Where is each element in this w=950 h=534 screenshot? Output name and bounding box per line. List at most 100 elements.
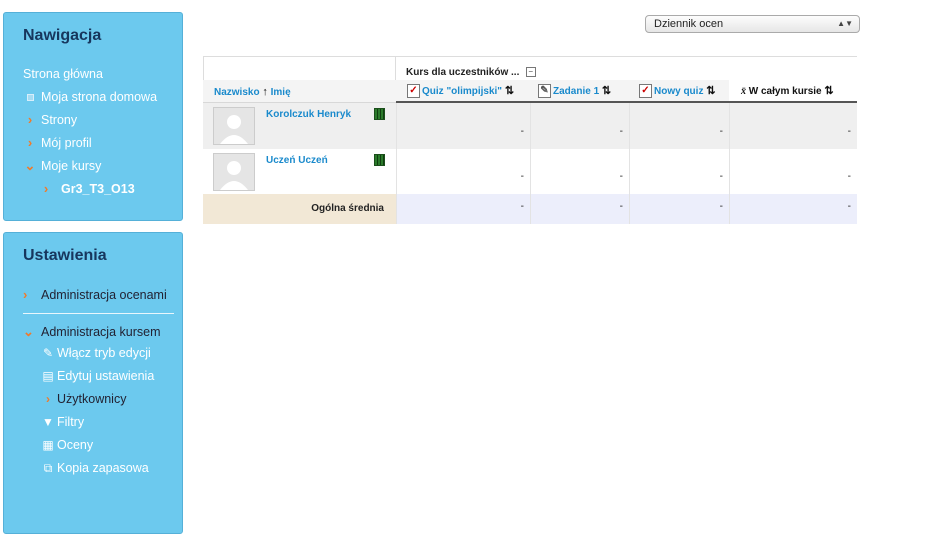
chevron-right-icon: › <box>43 181 49 196</box>
sort-up-arrow-icon[interactable]: ↑ <box>262 86 268 98</box>
square-bullet-icon <box>23 88 37 106</box>
sort-lastname-link[interactable]: Nazwisko <box>214 87 260 98</box>
grade-cell[interactable]: - <box>530 149 629 194</box>
settings-item-label: Administracja kursem <box>41 325 161 339</box>
nav-item-my-courses[interactable]: ⌄ Moje kursy <box>23 157 174 180</box>
report-select-value: Dziennik ocen <box>654 18 724 30</box>
settings-item-edit-settings[interactable]: ▤ Edytuj ustawienia <box>23 365 174 388</box>
settings-item-edit-mode[interactable]: ✎ Włącz tryb edycji <box>23 342 174 365</box>
column-divider <box>629 103 630 224</box>
quiz-icon: ✓ <box>639 84 652 99</box>
nav-item-label: Moja strona domowa <box>41 90 158 104</box>
settings-child-label: Użytkownicy <box>57 392 127 406</box>
navigation-list: Strona główna Moja strona domowa › Stron… <box>23 65 174 203</box>
navigation-block: Nawigacja Strona główna Moja strona domo… <box>3 12 183 221</box>
average-value: - <box>719 201 723 212</box>
sort-toggle-icon[interactable]: ⇅ <box>602 85 611 97</box>
report-type-select[interactable]: Dziennik ocen ▲▼ <box>645 15 860 33</box>
settings-block: Ustawienia › Administracja ocenami ⌄ Adm… <box>3 232 183 534</box>
grade-value: - <box>847 171 851 182</box>
grade-cell[interactable]: - <box>629 103 729 149</box>
collapse-icon[interactable]: − <box>525 66 536 77</box>
course-category-header: Kurs dla uczestników ... − <box>396 56 857 80</box>
name-column-header: Nazwisko ↑ Imię <box>203 80 396 103</box>
nav-item-label: Gr3_T3_O13 <box>61 182 135 196</box>
settings-item-filters[interactable]: ▼ Filtry <box>23 411 174 434</box>
grade-value: - <box>719 126 723 137</box>
average-cell: - <box>729 194 857 224</box>
assignment-icon: ✎ <box>538 84 551 99</box>
table-row: Korolczuk Henryk <box>203 103 396 149</box>
nav-item-profile[interactable]: › Mój profil <box>23 134 174 157</box>
nav-item-home[interactable]: Strona główna <box>23 65 174 88</box>
settings-item-label: Administracja ocenami <box>41 288 167 302</box>
sort-firstname-link[interactable]: Imię <box>271 87 291 98</box>
settings-item-users[interactable]: › Użytkownicy <box>23 388 174 411</box>
grade-cell[interactable]: - <box>396 103 530 149</box>
average-value: - <box>847 201 851 212</box>
course-category-title: Kurs dla uczestników ... <box>406 67 520 78</box>
task-column-link[interactable]: Zadanie 1 <box>553 86 599 97</box>
average-cell: - <box>629 194 729 224</box>
settings-item-course-admin[interactable]: ⌄ Administracja kursem <box>23 322 174 342</box>
average-cell: - <box>396 194 530 224</box>
nav-item-label: Moje kursy <box>41 159 102 173</box>
student-name-link[interactable]: Korolczuk Henryk <box>266 109 351 120</box>
navigation-title[interactable]: Nawigacja <box>4 13 182 45</box>
user-grades-icon[interactable] <box>374 108 385 120</box>
settings-title[interactable]: Ustawienia <box>4 233 182 265</box>
sort-toggle-icon[interactable]: ⇅ <box>505 85 514 97</box>
grader-report-table: Kurs dla uczestników ... − Nazwisko ↑ Im… <box>203 56 857 224</box>
total-cell: - <box>729 149 857 194</box>
average-value: - <box>520 201 524 212</box>
overall-average-label: Ogólna średnia <box>203 194 396 224</box>
avatar[interactable] <box>213 153 255 191</box>
grade-value: - <box>520 171 524 182</box>
nav-item-label: Strony <box>41 113 78 127</box>
sort-toggle-icon[interactable]: ⇅ <box>706 85 715 97</box>
new-quiz-column-link[interactable]: Nowy quiz <box>654 86 703 97</box>
grade-value: - <box>619 126 623 137</box>
user-grades-icon[interactable] <box>374 154 385 166</box>
column-divider <box>530 103 531 224</box>
quiz-icon: ✓ <box>407 84 420 99</box>
settings-divider <box>23 313 174 314</box>
grade-value: - <box>719 171 723 182</box>
course-total-label: W całym kursie <box>748 86 822 97</box>
sort-toggle-icon[interactable]: ⇅ <box>824 85 833 97</box>
chevron-right-icon: › <box>27 112 33 127</box>
settings-child-label: Oceny <box>57 438 94 452</box>
funnel-icon: ▼ <box>42 415 54 429</box>
quiz-column-header: ✓ Quiz "olimpijski" ⇅ <box>396 80 530 103</box>
student-name-link[interactable]: Uczeń Uczeń <box>266 155 328 166</box>
settings-item-backup[interactable]: ⧉ Kopia zapasowa <box>23 457 174 480</box>
grades-table-icon: ▦ <box>42 438 54 452</box>
quiz-column-link[interactable]: Quiz "olimpijski" <box>422 86 502 97</box>
column-divider <box>396 103 397 224</box>
chevron-down-icon: ⌄ <box>24 158 36 173</box>
grade-cell[interactable]: - <box>629 149 729 194</box>
column-divider <box>729 103 730 224</box>
nav-item-label: Mój profil <box>41 136 92 150</box>
average-value: - <box>619 201 623 212</box>
backup-icon: ⧉ <box>43 461 53 475</box>
avatar[interactable] <box>213 107 255 145</box>
select-arrows-icon: ▲▼ <box>837 19 853 28</box>
settings-child-label: Edytuj ustawienia <box>57 369 155 383</box>
chevron-right-icon: › <box>46 392 50 406</box>
settings-item-grade-admin[interactable]: › Administracja ocenami <box>23 285 174 305</box>
mean-x-icon: x̄ <box>741 86 746 97</box>
chevron-down-icon: ⌄ <box>23 324 34 339</box>
grade-cell[interactable]: - <box>530 103 629 149</box>
task-column-header: ✎ Zadanie 1 ⇅ <box>530 80 629 103</box>
nav-item-pages[interactable]: › Strony <box>23 111 174 134</box>
chevron-right-icon: › <box>23 287 28 302</box>
grade-value: - <box>619 171 623 182</box>
settings-item-grades[interactable]: ▦ Oceny <box>23 434 174 457</box>
grade-cell[interactable]: - <box>396 149 530 194</box>
settings-child-label: Filtry <box>57 415 85 429</box>
course-total-column-header: x̄ W całym kursie ⇅ <box>729 80 857 103</box>
nav-item-course[interactable]: › Gr3_T3_O13 <box>23 180 174 203</box>
pencil-edit-icon: ✎ <box>42 346 54 360</box>
nav-item-my-home[interactable]: Moja strona domowa <box>23 88 174 111</box>
